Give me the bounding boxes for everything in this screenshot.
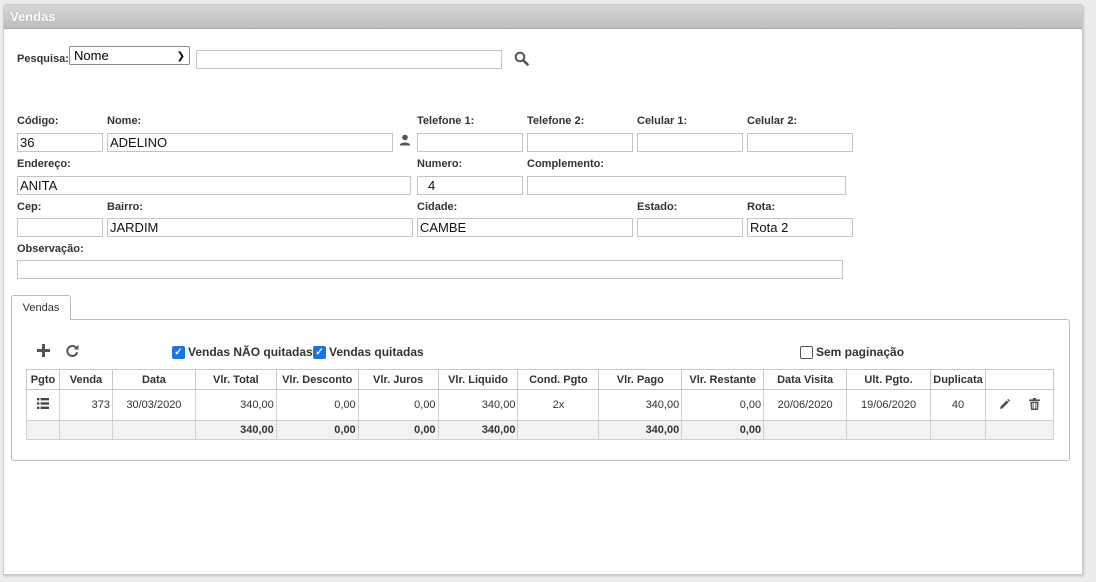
column-header[interactable]: Duplicata [930,369,986,390]
vendas-window: Vendas [3,4,1083,575]
add-icon[interactable] [37,344,50,357]
edit-icon[interactable] [999,398,1011,410]
actions-cell [985,389,1054,421]
cidade-label: Cidade: [417,201,458,213]
numero-field[interactable]: 4 [417,176,523,195]
vlr-restante-cell: 0,00 [681,389,765,421]
telefone2-label: Telefone 2: [527,115,585,127]
vlr-desconto-cell: 0,00 [275,389,359,421]
trash-icon[interactable] [1029,397,1041,410]
cep-label: Cep: [17,201,42,213]
telefone1-field[interactable] [417,133,523,152]
search-type-select[interactable]: Nome ❯ [69,46,190,65]
vendas-nao-quitadas-checkbox[interactable]: ✓ Vendas NÃO quitadas [172,345,313,359]
pgto-cell[interactable] [26,389,60,421]
telefone1-label: Telefone 1: [417,115,475,127]
observacao-field[interactable] [17,260,843,279]
vendas-quitadas-checkbox[interactable]: ✓ Vendas quitadas [313,345,424,359]
data-visita-cell: 20/06/2020 [763,389,848,421]
telefone2-field[interactable] [527,133,633,152]
bairro-label: Bairro: [107,201,144,213]
check-icon: ✓ [172,345,185,359]
venda-cell: 373 [58,389,113,421]
column-header[interactable]: Ult. Pgto. [846,369,932,390]
cidade-field[interactable]: CAMBE [417,218,633,237]
vlr-total-cell: 340,00 [194,389,277,421]
actions-header [985,369,1054,390]
cep-field[interactable] [17,218,103,237]
total-vlr-restante: 0,00 [681,420,765,440]
endereco-field[interactable]: ANITA [17,176,411,195]
search-label: Pesquisa: [17,53,69,65]
cond-pgto-cell: 2x [517,389,600,421]
total-vlr-liquido: 340,00 [437,420,519,440]
celular1-field[interactable] [637,133,743,152]
column-header[interactable]: Vlr. Pago [598,369,683,390]
celular2-field[interactable] [747,133,853,152]
duplicata-cell: 40 [930,389,986,421]
vendas-nao-quitadas-label: Vendas NÃO quitadas [188,345,313,359]
search-type-value: Nome [74,48,109,63]
estado-label: Estado: [637,201,678,213]
nome-label: Nome: [107,115,142,127]
column-header[interactable]: Vlr. Desconto [275,369,359,390]
check-icon: ✓ [313,345,326,359]
column-header[interactable]: Data Visita [763,369,848,390]
estado-field[interactable] [637,218,743,237]
sem-paginacao-checkbox[interactable]: Sem paginação [800,345,904,359]
complemento-label: Complemento: [527,158,604,170]
column-header[interactable]: Venda [58,369,113,390]
totals-row: 340,00 0,00 0,00 340,00 340,00 0,00 [26,420,1054,440]
observacao-label: Observação: [17,243,84,255]
search-icon[interactable] [514,51,529,66]
list-icon[interactable] [36,398,49,409]
user-icon[interactable] [399,134,411,146]
vlr-liquido-cell: 340,00 [437,389,519,421]
total-vlr-desconto: 0,00 [275,420,359,440]
column-header[interactable]: Vlr. Total [194,369,277,390]
vlr-juros-cell: 0,00 [357,389,439,421]
table-header-row: Pgto Venda Data Vlr. Total Vlr. Desconto… [26,369,1054,390]
endereco-label: Endereço: [17,158,71,170]
celular1-label: Celular 1: [637,115,688,127]
column-header[interactable]: Data [111,369,196,390]
column-header[interactable]: Pgto [26,369,60,390]
column-header[interactable]: Vlr. Restante [681,369,765,390]
column-header[interactable]: Cond. Pgto [517,369,600,390]
refresh-icon[interactable] [66,344,79,357]
bairro-field[interactable]: JARDIM [107,218,413,237]
tab-vendas[interactable]: Vendas [11,295,71,320]
total-vlr-pago: 340,00 [598,420,683,440]
search-input[interactable] [196,50,502,69]
numero-label: Numero: [417,158,463,170]
codigo-label: Código: [17,115,59,127]
sem-paginacao-label: Sem paginação [816,345,905,359]
vlr-pago-cell: 340,00 [598,389,683,421]
chevron-down-icon: ❯ [176,51,185,62]
codigo-field[interactable]: 36 [17,133,103,152]
vendas-quitadas-label: Vendas quitadas [329,345,424,359]
column-header[interactable]: Vlr. Liquido [437,369,519,390]
rota-label: Rota: [747,201,776,213]
complemento-field[interactable] [527,176,846,195]
data-cell: 30/03/2020 [111,389,196,421]
nome-field[interactable]: ADELINO [107,133,393,152]
rota-field[interactable]: Rota 2 [747,218,853,237]
column-header[interactable]: Vlr. Juros [357,369,439,390]
celular2-label: Celular 2: [747,115,798,127]
window-title: Vendas [4,5,1082,29]
total-vlr-juros: 0,00 [357,420,439,440]
total-vlr-total: 340,00 [194,420,277,440]
vendas-table: Pgto Venda Data Vlr. Total Vlr. Desconto… [26,369,1054,440]
ult-pgto-cell: 19/06/2020 [846,389,932,421]
table-row: 373 30/03/2020 340,00 0,00 0,00 340,00 2… [26,389,1054,421]
